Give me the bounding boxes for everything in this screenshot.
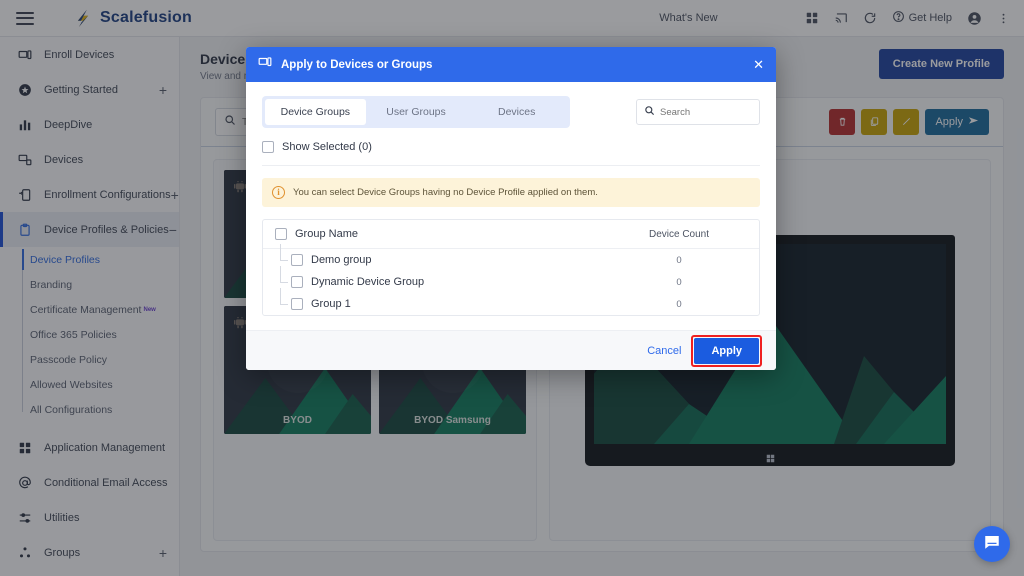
apply-button[interactable]: Apply (694, 337, 759, 364)
row-checkbox[interactable] (291, 254, 303, 266)
groups-table: Group Name Device Count Demo group 0 Dyn… (262, 219, 760, 316)
dialog-body: Device Groups User Groups Devices Show S… (246, 82, 776, 330)
row-label: Dynamic Device Group (311, 276, 425, 288)
dialog-header: Apply to Devices or Groups ✕ (246, 47, 776, 82)
row-checkbox[interactable] (291, 298, 303, 310)
row-device-count: 0 (676, 276, 682, 288)
table-row[interactable]: Demo group 0 (263, 249, 759, 271)
info-icon: i (272, 186, 285, 199)
column-header-group-name: Group Name (263, 228, 358, 240)
row-checkbox[interactable] (291, 276, 303, 288)
table-header: Group Name Device Count (263, 220, 759, 249)
tab-user-groups[interactable]: User Groups (366, 99, 467, 125)
dialog-footer: Cancel Apply (246, 330, 776, 370)
row-device-count: 0 (676, 254, 682, 266)
row-label: Group 1 (311, 298, 351, 310)
dialog-tabs-row: Device Groups User Groups Devices (262, 96, 760, 128)
dialog-title: Apply to Devices or Groups (281, 58, 433, 71)
tab-devices[interactable]: Devices (466, 99, 567, 125)
show-selected-checkbox[interactable] (262, 141, 274, 153)
intercom-chat-button[interactable] (974, 526, 1010, 562)
show-selected-label: Show Selected (0) (282, 141, 372, 153)
dialog-search-box[interactable] (636, 99, 760, 125)
chat-message-icon (983, 533, 1001, 556)
apply-button-highlight: Apply (691, 334, 762, 367)
column-label: Group Name (295, 228, 358, 240)
dialog-tabs: Device Groups User Groups Devices (262, 96, 570, 128)
row-group-name: Demo group (263, 254, 372, 266)
info-banner: i You can select Device Groups having no… (262, 178, 760, 207)
row-label: Demo group (311, 254, 372, 266)
row-device-count: 0 (676, 298, 682, 310)
show-selected-row[interactable]: Show Selected (0) (262, 141, 760, 166)
table-row[interactable]: Dynamic Device Group 0 (263, 271, 759, 293)
cancel-button[interactable]: Cancel (647, 345, 681, 357)
apply-to-devices-or-groups-dialog: Apply to Devices or Groups ✕ Device Grou… (246, 47, 776, 370)
row-group-name: Group 1 (263, 298, 351, 310)
close-icon[interactable]: ✕ (753, 58, 764, 71)
row-group-name: Dynamic Device Group (263, 276, 424, 288)
table-row[interactable]: Group 1 0 (263, 293, 759, 315)
select-all-checkbox[interactable] (275, 228, 287, 240)
info-banner-text: You can select Device Groups having no D… (293, 187, 598, 198)
dialog-search-input[interactable] (660, 106, 752, 118)
tab-device-groups[interactable]: Device Groups (265, 99, 366, 125)
monitor-device-icon (258, 55, 272, 74)
search-icon (644, 103, 655, 121)
column-header-device-count: Device Count (648, 228, 710, 240)
